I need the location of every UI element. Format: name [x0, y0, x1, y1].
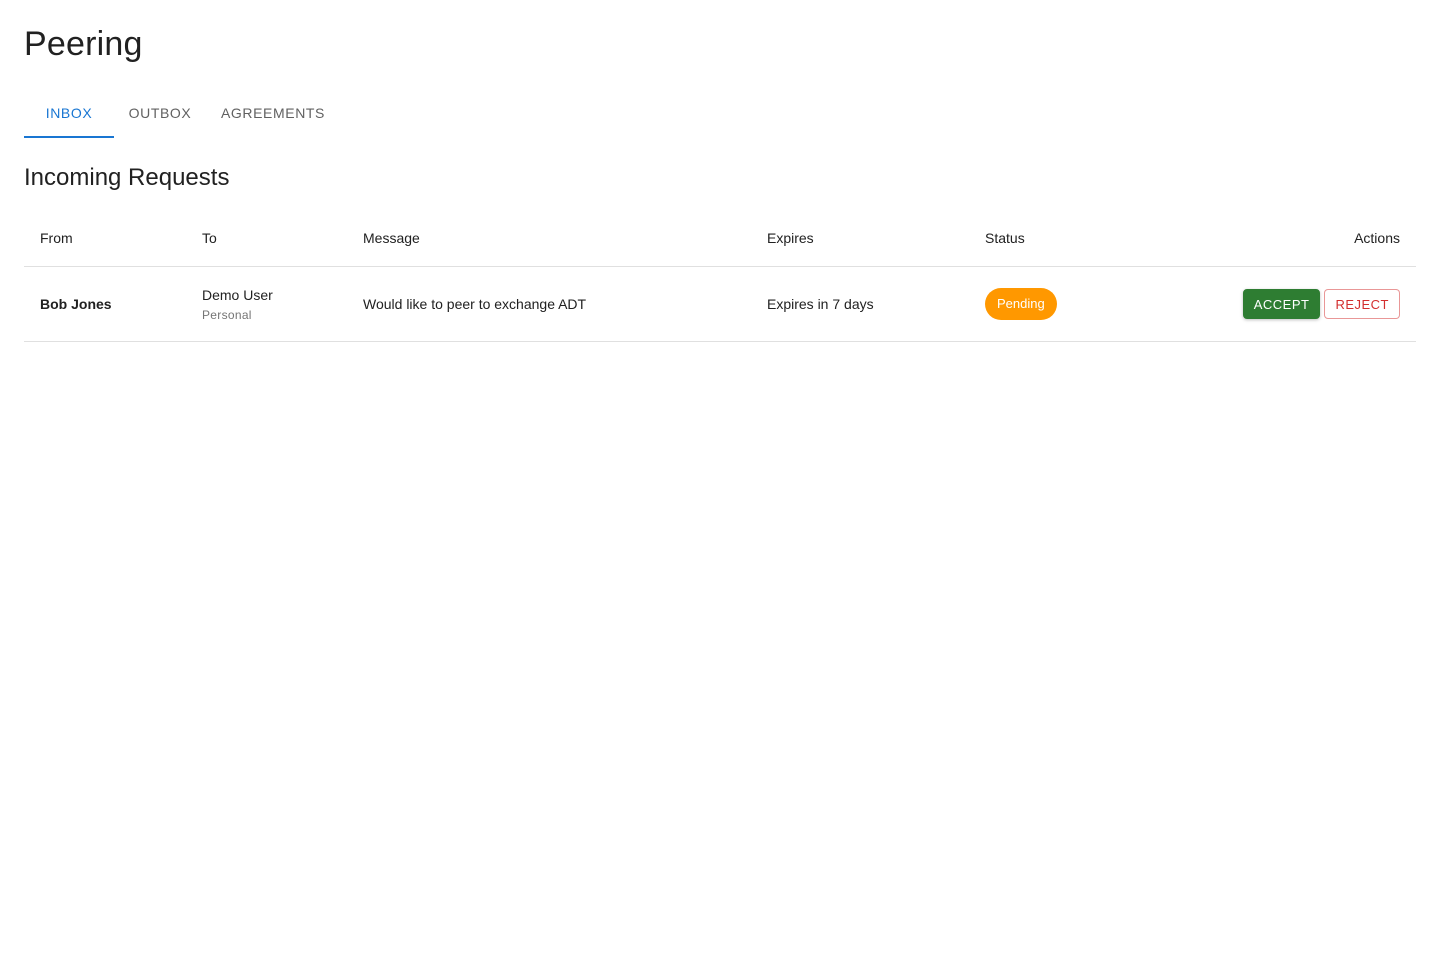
row-actions: ACCEPT REJECT	[1242, 289, 1400, 319]
table-row: Bob Jones Demo User Personal Would like …	[24, 267, 1416, 342]
tab-bar: INBOX OUTBOX AGREEMENTS	[24, 88, 340, 138]
recipient-type: Personal	[202, 307, 252, 322]
request-message: Would like to peer to exchange ADT	[363, 296, 587, 312]
column-header-from: From	[40, 230, 73, 246]
tab-inbox[interactable]: INBOX	[24, 88, 114, 138]
to-cell: Demo User Personal	[202, 267, 348, 341]
sender-name: Bob Jones	[40, 296, 112, 312]
column-header-expires: Expires	[767, 230, 814, 246]
column-header-actions: Actions	[1354, 230, 1400, 246]
incoming-requests-table: From To Message Expires Status Actions B…	[24, 210, 1416, 342]
reject-button[interactable]: REJECT	[1324, 289, 1400, 319]
message-cell: Would like to peer to exchange ADT	[363, 267, 743, 341]
accept-button[interactable]: ACCEPT	[1242, 289, 1321, 319]
actions-cell: ACCEPT REJECT	[1140, 267, 1400, 341]
recipient-name: Demo User	[202, 286, 273, 303]
tab-outbox[interactable]: OUTBOX	[114, 88, 206, 138]
status-cell: Pending	[985, 267, 1145, 341]
status-badge: Pending	[985, 288, 1057, 320]
column-header-status: Status	[985, 230, 1025, 246]
page-title: Peering	[24, 25, 143, 63]
table-header-row: From To Message Expires Status Actions	[24, 210, 1416, 267]
peering-page: Peering INBOX OUTBOX AGREEMENTS Incoming…	[0, 0, 1440, 960]
tab-agreements[interactable]: AGREEMENTS	[206, 88, 340, 138]
expiry-text: Expires in 7 days	[767, 296, 874, 312]
column-header-to: To	[202, 230, 217, 246]
column-header-message: Message	[363, 230, 420, 246]
expires-cell: Expires in 7 days	[767, 267, 967, 341]
section-title: Incoming Requests	[24, 164, 230, 191]
from-cell: Bob Jones	[40, 267, 186, 341]
